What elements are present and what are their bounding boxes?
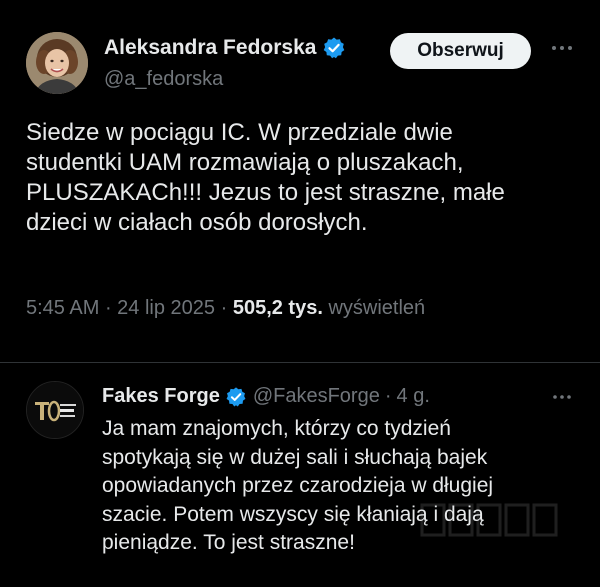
meta-separator: · [104,297,118,319]
tweet-text-line: dzieci w ciałach osób dorosłych. [26,209,368,236]
meta-separator: · [220,297,233,319]
tweet-meta: 5:45 AM · 24 lip 2025 · 505,2 tys. wyświ… [26,297,425,320]
reply-tweet[interactable]: Fakes Forge @FakesForge · 4 g. Ja mam zn… [0,363,600,587]
tweet-time[interactable]: 5:45 AM [26,297,99,319]
main-tweet: Aleksandra Fedorska @a_fedorska Obserwuj… [0,0,600,362]
watermark-logo [420,495,570,545]
tweet-text: Siedze w pociągu IC. W przedziale dwie s… [26,118,586,238]
more-horizontal-icon[interactable] [550,388,574,406]
reply-text-line: Ja mam znajomych, którzy co tydzień [102,417,451,440]
author-handle[interactable]: @a_fedorska [104,68,223,91]
reply-time[interactable]: 4 g. [397,385,430,408]
author-name-row: Aleksandra Fedorska [104,36,346,60]
views-label: wyświetleń [328,297,426,319]
reply-text-line: spotykają się w dużej sali i słuchają ba… [102,445,488,469]
views-count: 505,2 tys. [232,297,323,319]
avatar-photo [26,32,88,94]
reply-avatar-logo [27,382,83,438]
more-horizontal-icon[interactable] [548,38,576,58]
avatar[interactable] [26,32,88,94]
tweet-text-line: studentki UAM rozmawiają o pluszakach, [26,149,464,176]
reply-separator: · [384,385,392,407]
reply-header: Fakes Forge @FakesForge · 4 g. [102,385,430,408]
tweet-date[interactable]: 24 lip 2025 [117,297,215,319]
tweet-text-line: Siedze w pociągu IC. W przedziale dwie [26,119,453,146]
tweet-text-line: PLUSZAKACh!!! Jezus to jest straszne, ma… [26,179,505,206]
verified-badge-icon [322,36,346,60]
reply-handle[interactable]: @FakesForge [253,385,380,408]
reply-avatar[interactable] [26,381,84,439]
author-display-name[interactable]: Aleksandra Fedorska [104,36,316,60]
reply-display-name[interactable]: Fakes Forge [102,385,220,408]
follow-button[interactable]: Obserwuj [390,33,531,69]
verified-badge-icon [225,386,247,408]
